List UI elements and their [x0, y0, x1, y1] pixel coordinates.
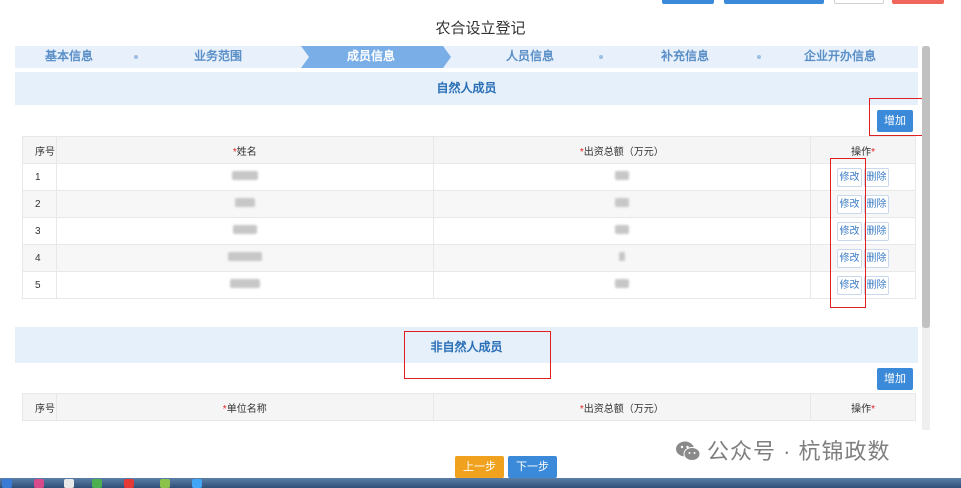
highlight-box-non-natural: [404, 331, 551, 379]
wechat-icon: [676, 441, 701, 461]
row-no: 2: [22, 190, 57, 218]
toolbar-button-4[interactable]: [892, 0, 944, 4]
step-supplementary-info[interactable]: 补充信息: [635, 46, 735, 68]
next-step-button[interactable]: 下一步: [508, 456, 557, 478]
highlight-box-edit-column: [830, 158, 866, 308]
watermark-text: 公众号 · 杭锦政数: [707, 439, 891, 464]
table-row: 4 修改 删除: [22, 244, 916, 272]
header-no: 序号: [22, 393, 57, 421]
natural-members-table: 序号 *姓名 *出资总额（万元） 操作* 1 修改 删除 2 修改 删除 3 修改删…: [22, 136, 916, 299]
header-no: 序号: [22, 136, 57, 164]
row-name-redacted: [55, 163, 434, 191]
row-name-redacted: [55, 271, 434, 299]
app-icon[interactable]: [64, 479, 74, 488]
scrollbar-thumb[interactable]: [922, 46, 930, 328]
step-bar: 基本信息 业务范围 成员信息 人员信息 补充信息 企业开办信息: [15, 46, 918, 68]
app-icon[interactable]: [92, 479, 102, 488]
watermark: 公众号 · 杭锦政数: [675, 434, 891, 466]
page-title: 农合设立登记: [435, 20, 526, 37]
header-op: 操作*: [810, 393, 916, 421]
table-row: 3 修改 删除: [22, 217, 916, 245]
app-icon[interactable]: [124, 479, 134, 488]
row-no: 4: [22, 244, 57, 272]
highlight-box-add: [869, 98, 923, 136]
header-amount-label: 出资总额（万元）: [583, 146, 664, 158]
non-natural-members-table: 序号 *单位名称 *出资总额（万元） 操作*: [22, 393, 916, 421]
required-mark: *: [871, 403, 875, 415]
row-amount-redacted: [432, 244, 812, 272]
step-personnel-info[interactable]: 人员信息: [480, 46, 580, 68]
row-no: 1: [22, 163, 57, 191]
toolbar-button-2[interactable]: [724, 0, 824, 4]
row-name-redacted: [55, 190, 434, 218]
table-row: 2 修改 删除: [22, 190, 916, 218]
step-separator: [134, 55, 138, 59]
table-row: 1 修改 删除: [22, 163, 916, 191]
header-amount-label: 出资总额（万元）: [583, 403, 664, 415]
header-unit-name-label: 单位名称: [226, 403, 267, 415]
row-name-redacted: [55, 217, 434, 245]
step-business-scope[interactable]: 业务范围: [168, 46, 268, 68]
required-mark: *: [871, 146, 875, 158]
add-non-natural-member-button[interactable]: 增加: [877, 368, 913, 390]
step-separator: [757, 55, 761, 59]
natural-members-title: 自然人成员: [436, 81, 497, 95]
natural-members-header: 自然人成员: [15, 72, 918, 105]
app-icon[interactable]: [160, 479, 170, 488]
app-icon[interactable]: [34, 479, 44, 488]
os-taskbar: [0, 478, 961, 488]
table-header-row: 序号 *姓名 *出资总额（万元） 操作*: [22, 136, 916, 164]
start-icon[interactable]: [2, 479, 12, 488]
row-no: 3: [22, 217, 57, 245]
row-amount-redacted: [432, 271, 812, 299]
delete-button[interactable]: 删除: [864, 194, 890, 214]
table-row: 5 修改 删除: [22, 271, 916, 299]
toolbar-button-1[interactable]: [662, 0, 714, 4]
row-no: 5: [22, 271, 57, 299]
delete-button[interactable]: 删除: [864, 248, 890, 268]
header-op-label: 操作: [851, 146, 872, 158]
header-amount: *出资总额（万元）: [432, 393, 812, 421]
delete-button[interactable]: 删除: [864, 221, 890, 241]
step-basic-info[interactable]: 基本信息: [19, 46, 119, 68]
header-unit-name: *单位名称: [55, 393, 434, 421]
delete-button[interactable]: 删除: [864, 167, 890, 187]
header-name: *姓名: [55, 136, 434, 164]
step-enterprise-info[interactable]: 企业开办信息: [785, 46, 895, 68]
toolbar-button-3[interactable]: [834, 0, 884, 4]
header-name-label: 姓名: [236, 146, 257, 158]
row-amount-redacted: [432, 190, 812, 218]
step-separator: [599, 55, 603, 59]
prev-step-button[interactable]: 上一步: [455, 456, 504, 478]
row-amount-redacted: [432, 163, 812, 191]
app-icon[interactable]: [192, 479, 202, 488]
header-op-label: 操作: [851, 403, 872, 415]
row-amount-redacted: [432, 217, 812, 245]
row-name-redacted: [55, 244, 434, 272]
step-member-info[interactable]: 成员信息: [321, 46, 421, 68]
delete-button[interactable]: 删除: [864, 275, 890, 295]
table-header-row: 序号 *单位名称 *出资总额（万元） 操作*: [22, 393, 916, 421]
header-amount: *出资总额（万元）: [432, 136, 812, 164]
